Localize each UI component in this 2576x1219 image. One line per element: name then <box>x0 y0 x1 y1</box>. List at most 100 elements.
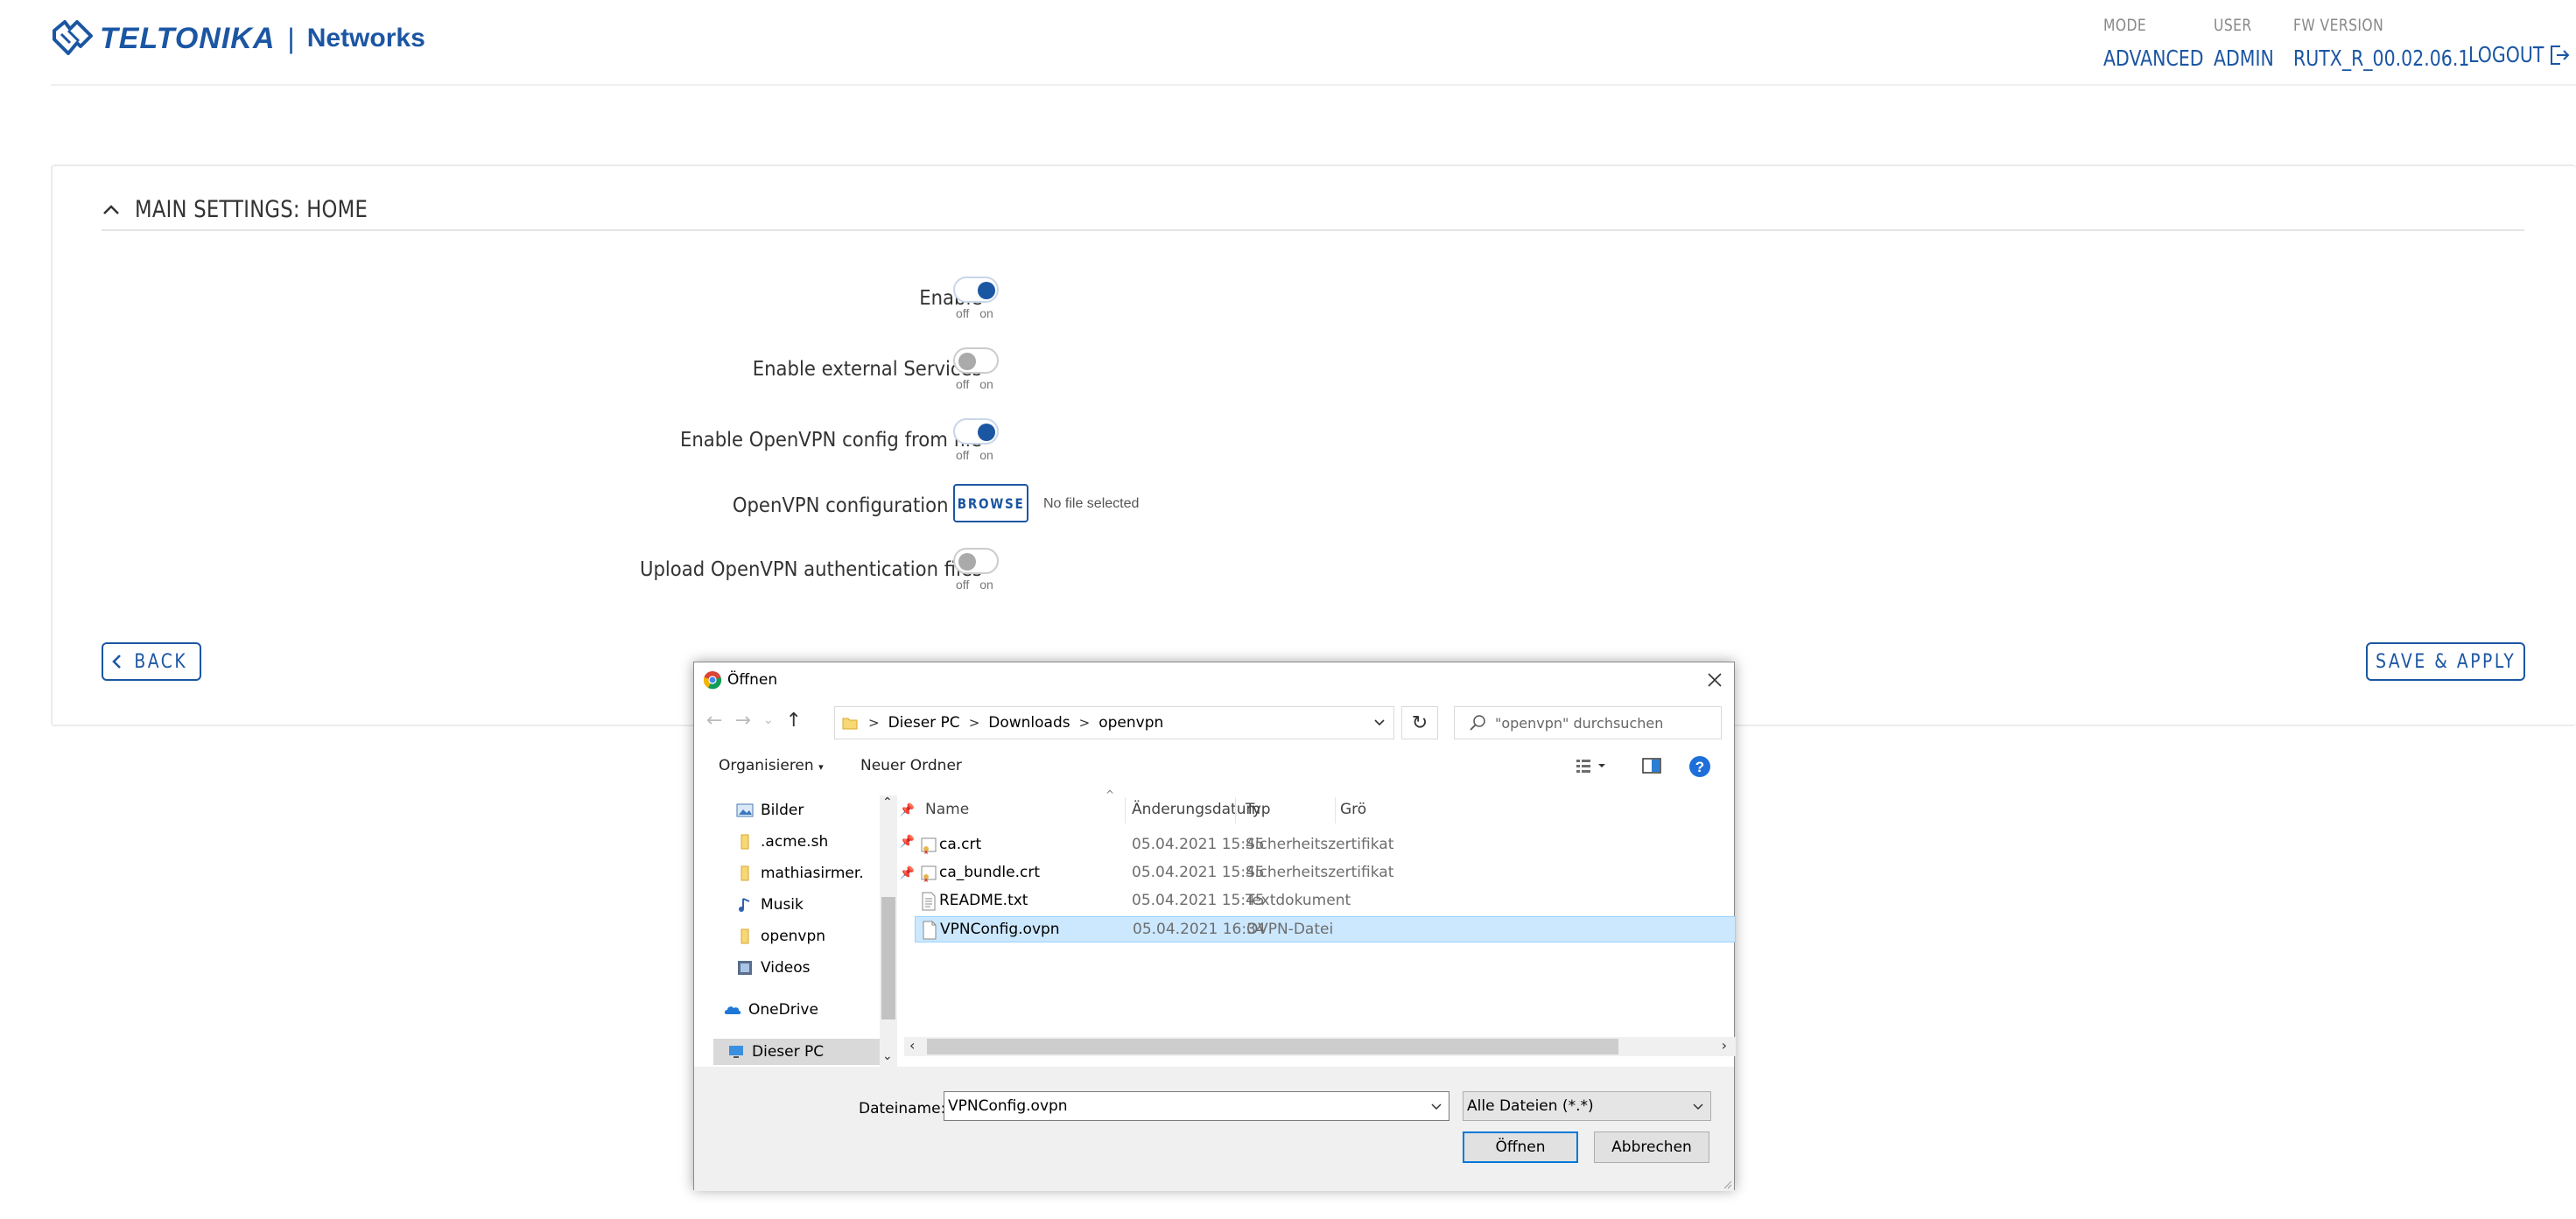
external-services-toggle[interactable] <box>953 347 999 374</box>
scroll-left-icon[interactable]: ‹ <box>909 1037 915 1054</box>
mode-label: MODE <box>2103 16 2147 35</box>
refresh-button[interactable]: ↻ <box>1401 706 1438 739</box>
openvpn-config-from-file-toggle[interactable] <box>953 418 999 445</box>
breadcrumb-openvpn[interactable]: openvpn <box>1098 714 1163 732</box>
logout-button[interactable]: LOGOUT <box>2468 42 2571 67</box>
upload-auth-files-toggle[interactable] <box>953 548 999 574</box>
browse-button[interactable]: BROWSE <box>953 484 1028 522</box>
user-value[interactable]: ADMIN <box>2214 46 2274 71</box>
file-row[interactable]: ca_bundle.crt 05.04.2021 15:45 Sicherhei… <box>915 860 1736 886</box>
logo-brand-text: TELTONIKA <box>100 21 276 55</box>
file-row[interactable]: README.txt 05.04.2021 15:45 Textdokument <box>915 888 1736 914</box>
search-placeholder: "openvpn" durchsuchen <box>1495 714 1664 732</box>
horizontal-scrollbar[interactable]: ‹ › <box>904 1037 1736 1056</box>
toggle-knob <box>978 424 995 441</box>
back-button[interactable]: BACK <box>102 642 201 681</box>
preview-pane-icon[interactable] <box>1641 755 1662 776</box>
external-services-label: Enable external Services <box>753 358 982 381</box>
chevron-down-icon[interactable] <box>1372 715 1386 729</box>
openvpn-config-file-row: OpenVPN configuration file BROWSE No fil… <box>53 484 1139 536</box>
section-header[interactable]: MAIN SETTINGS: HOME <box>102 196 412 223</box>
top-header: TELTONIKA | Networks MODE ADVANCED USER … <box>0 0 2576 86</box>
crumb-separator-icon: > <box>968 715 980 731</box>
nav-item-label: .acme.sh <box>761 833 829 851</box>
nav-scroll-thumb[interactable] <box>881 897 895 1019</box>
forward-arrow-icon[interactable]: → <box>734 710 750 732</box>
nav-item-label: Dieser PC <box>752 1043 825 1061</box>
column-divider[interactable] <box>1335 797 1336 823</box>
open-button[interactable]: Öffnen <box>1463 1131 1578 1163</box>
enable-row: Enable off on <box>53 277 1103 329</box>
file-name: ca.crt <box>939 836 982 853</box>
file-type-filter[interactable]: Alle Dateien (*.*) <box>1463 1091 1711 1121</box>
teltonika-logo[interactable]: TELTONIKA | Networks <box>51 16 425 61</box>
openvpn-config-from-file-label: Enable OpenVPN config from file <box>680 429 982 452</box>
column-divider[interactable] <box>1125 797 1126 823</box>
logout-label: LOGOUT <box>2468 42 2544 67</box>
scroll-right-icon[interactable]: › <box>1722 1037 1727 1054</box>
close-icon[interactable] <box>1704 669 1725 690</box>
file-open-dialog: Öffnen ← → ⌄ ↑ > Dieser PC > Downloads >… <box>693 662 1736 1191</box>
onedrive-icon <box>724 1006 741 1014</box>
address-bar[interactable]: > Dieser PC > Downloads > openvpn <box>834 706 1394 739</box>
file-date: 05.04.2021 16:34 <box>1133 921 1266 938</box>
file-type: Textdokument <box>1246 892 1351 909</box>
filename-input[interactable]: VPNConfig.ovpn <box>944 1091 1449 1121</box>
dialog-titlebar[interactable]: Öffnen <box>694 662 1734 697</box>
scroll-up-icon[interactable]: ⌃ <box>882 795 893 809</box>
videos-icon <box>738 961 752 975</box>
breadcrumb-this-pc[interactable]: Dieser PC <box>888 714 960 732</box>
chevron-up-icon[interactable] <box>102 200 121 220</box>
dialog-footer: Dateiname: VPNConfig.ovpn Alle Dateien (… <box>694 1067 1734 1191</box>
horizontal-scroll-thumb[interactable] <box>927 1039 1618 1054</box>
search-input[interactable]: "openvpn" durchsuchen <box>1454 706 1722 739</box>
chevron-down-icon[interactable] <box>1429 1099 1443 1113</box>
caret-down-icon: ▾ <box>818 761 824 773</box>
chevron-down-icon <box>1693 1103 1703 1110</box>
off-on-caption: off on <box>956 377 993 391</box>
up-arrow-icon[interactable]: ↑ <box>786 710 802 732</box>
mode-indicator[interactable]: MODE ADVANCED <box>2103 16 2226 71</box>
file-icon <box>923 921 937 940</box>
file-type: Sicherheitszertifikat <box>1246 836 1394 853</box>
nav-item-this-pc[interactable]: Dieser PC <box>713 1039 897 1065</box>
mode-value[interactable]: ADVANCED <box>2103 46 2204 71</box>
section-divider <box>102 229 2524 231</box>
scroll-down-icon[interactable]: ⌄ <box>882 1049 893 1063</box>
filename-value: VPNConfig.ovpn <box>948 1097 1068 1115</box>
file-row[interactable]: ca.crt 05.04.2021 15:45 Sicherheitszerti… <box>915 832 1736 858</box>
folder-icon <box>741 834 749 850</box>
browse-label: BROWSE <box>957 494 1025 512</box>
column-header-size[interactable]: Grö <box>1340 801 1366 818</box>
file-type-filter-value: Alle Dateien (*.*) <box>1467 1097 1594 1115</box>
save-apply-button[interactable]: SAVE & APPLY <box>2366 642 2525 681</box>
column-header-name[interactable]: Name <box>925 801 969 818</box>
file-name: VPNConfig.ovpn <box>940 921 1060 938</box>
file-row-selected[interactable]: VPNConfig.ovpn 05.04.2021 16:34 OVPN-Dat… <box>915 916 1736 942</box>
toggle-knob <box>958 353 976 370</box>
help-icon[interactable]: ? <box>1688 755 1711 778</box>
back-arrow-icon[interactable]: ← <box>706 710 722 732</box>
breadcrumb-downloads[interactable]: Downloads <box>988 714 1070 732</box>
resize-grip-icon[interactable] <box>1722 1179 1732 1189</box>
sort-ascending-icon: ^ <box>1106 788 1115 801</box>
nav-scrollbar[interactable]: ⌃ ⌄ <box>880 795 897 1067</box>
column-divider[interactable] <box>1235 797 1236 823</box>
enable-toggle[interactable] <box>953 277 999 303</box>
back-label: BACK <box>134 650 188 673</box>
chrome-icon <box>703 671 722 690</box>
recent-dropdown-icon[interactable]: ⌄ <box>763 713 774 732</box>
new-folder-button[interactable]: Neuer Ordner <box>860 757 962 774</box>
pc-icon <box>729 1046 743 1058</box>
user-indicator[interactable]: USER ADMIN <box>2214 16 2287 71</box>
file-type: OVPN-Datei <box>1246 921 1334 938</box>
view-options-icon[interactable] <box>1575 755 1610 776</box>
teltonika-mark-icon <box>53 20 93 55</box>
search-icon <box>1470 715 1485 731</box>
organize-menu[interactable]: Organisieren ▾ <box>719 757 824 774</box>
column-header-date[interactable]: Änderungsdatum <box>1132 801 1260 818</box>
column-header-type[interactable]: Typ <box>1246 801 1271 818</box>
upload-auth-files-row: Upload OpenVPN authentication files off … <box>53 548 1103 600</box>
nav-item-label: OneDrive <box>748 1001 818 1019</box>
cancel-button[interactable]: Abbrechen <box>1594 1131 1709 1163</box>
